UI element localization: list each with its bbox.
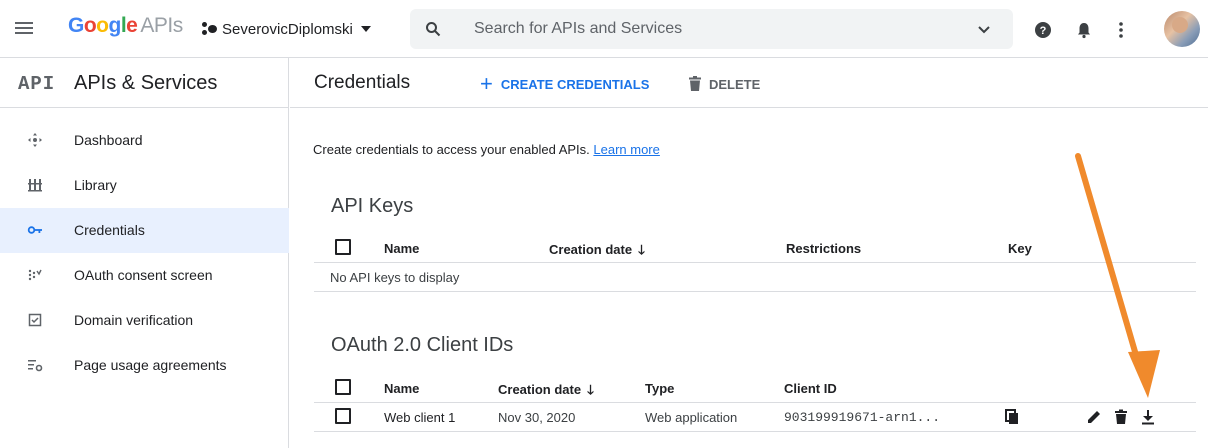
oauth-heading: OAuth 2.0 Client IDs [331,334,514,356]
search-input[interactable] [474,18,954,40]
google-apis-logo[interactable]: Google APIs [68,14,183,38]
sidebar-item-label: Credentials [74,222,145,238]
google-letter: e [126,14,138,37]
column-header-creation-date[interactable]: Creation date 🡓 [498,381,594,403]
creation-date: Nov 30, 2020 [498,410,576,425]
svg-text:?: ? [1040,25,1047,37]
avatar[interactable] [1164,11,1200,47]
action-bar: Credentials + CREATE CREDENTIALS DELETE [290,58,1208,108]
delete-button[interactable]: DELETE [688,74,760,94]
intro-text: Create credentials to access your enable… [313,142,660,157]
help-icon[interactable]: ? [1032,19,1054,41]
empty-state-text: No API keys to display [330,270,460,285]
menu-icon[interactable] [14,18,34,38]
copy-icon[interactable] [1004,409,1020,425]
sidebar-nav: Dashboard Library Credentials OAuth cons… [0,118,289,388]
sidebar-item-label: Page usage agreements [74,357,227,373]
project-name: SeverovicDiplomski [222,20,353,38]
sidebar-title: APIs & Services [74,72,218,94]
intro-description: Create credentials to access your enable… [313,142,590,157]
sidebar-item-library[interactable]: Library [0,163,289,208]
column-header-name[interactable]: Name [384,241,419,256]
plus-icon: + [480,71,493,96]
google-letter: g [108,14,122,37]
download-icon[interactable] [1140,409,1156,425]
google-wordmark: Google [68,14,138,37]
delete-label: DELETE [709,76,761,92]
table-header-row: Name Creation date 🡓 Restrictions Key [314,234,1196,263]
create-credentials-button[interactable]: + CREATE CREDENTIALS [480,71,650,96]
google-letter: o [96,14,109,37]
more-vert-icon[interactable] [1110,19,1132,41]
google-letter: o [83,14,97,37]
column-header-name[interactable]: Name [384,381,419,396]
learn-more-link[interactable]: Learn more [593,142,659,157]
search-bar[interactable] [410,9,1013,49]
library-icon [28,179,42,192]
api-keys-heading: API Keys [331,195,414,217]
table-row[interactable]: Web client 1 Nov 30, 2020 Web applicatio… [314,403,1196,432]
main-content: Credentials + CREATE CREDENTIALS DELETE … [290,58,1208,448]
sidebar-item-domain-verification[interactable]: Domain verification [0,298,289,343]
column-header-client-id[interactable]: Client ID [784,381,837,396]
top-bar: GoogleAPIs SeverovicDiplomski ? [0,0,1208,58]
client-name-link[interactable]: Web client 1 [384,410,455,425]
sidebar-item-label: OAuth consent screen [74,267,213,283]
search-icon [426,22,441,37]
sidebar-item-label: Library [74,177,117,193]
sidebar-item-credentials[interactable]: Credentials [0,208,289,253]
client-type: Web application [645,410,738,425]
trash-icon[interactable] [1113,409,1129,425]
client-id: 903199919671-arn1... [784,410,941,425]
google-letter: G [68,14,84,37]
chevron-down-icon[interactable] [977,23,991,37]
arrow-down-icon: 🡓 [587,382,594,397]
dashboard-icon [28,133,42,147]
column-header-label: Creation date [498,382,582,397]
key-icon [27,226,42,234]
trash-icon [689,76,701,91]
consent-icon [28,269,42,281]
table-header-row: Name Creation date 🡓 Type Client ID [314,374,1196,403]
table-row: No API keys to display [314,263,1196,292]
sidebar-item-label: Domain verification [74,312,194,328]
sidebar-header: API APIs & Services [0,58,289,108]
api-keys-table: Name Creation date 🡓 Restrictions Key No … [314,234,1196,292]
page-title: Credentials [314,72,411,93]
edit-icon[interactable] [1086,409,1102,425]
select-all-checkbox[interactable] [335,379,351,395]
sidebar: API APIs & Services Dashboard Library Cr… [0,58,289,448]
column-header-creation-date[interactable]: Creation date 🡓 [549,241,645,263]
api-logo: API [18,73,56,95]
oauth-table: Name Creation date 🡓 Type Client ID Web c… [314,374,1196,432]
project-selector[interactable]: SeverovicDiplomski [202,16,371,42]
apis-wordmark: APIs [140,14,183,37]
sidebar-item-label: Dashboard [74,132,143,148]
checkbox-icon [28,313,42,327]
row-checkbox[interactable] [335,408,351,424]
settings-list-icon [28,360,43,372]
create-credentials-label: CREATE CREDENTIALS [500,76,650,92]
select-all-checkbox[interactable] [335,239,351,255]
column-header-type[interactable]: Type [645,381,674,396]
project-icon [202,21,218,37]
column-header-restrictions[interactable]: Restrictions [786,241,861,256]
column-header-key[interactable]: Key [1008,241,1032,256]
sidebar-item-oauth-consent[interactable]: OAuth consent screen [0,253,289,298]
column-header-label: Creation date [549,242,633,257]
sidebar-item-page-usage[interactable]: Page usage agreements [0,343,289,388]
sidebar-item-dashboard[interactable]: Dashboard [0,118,289,163]
arrow-down-icon: 🡓 [638,242,645,257]
notifications-icon[interactable] [1073,19,1095,41]
chevron-down-icon [360,26,371,32]
